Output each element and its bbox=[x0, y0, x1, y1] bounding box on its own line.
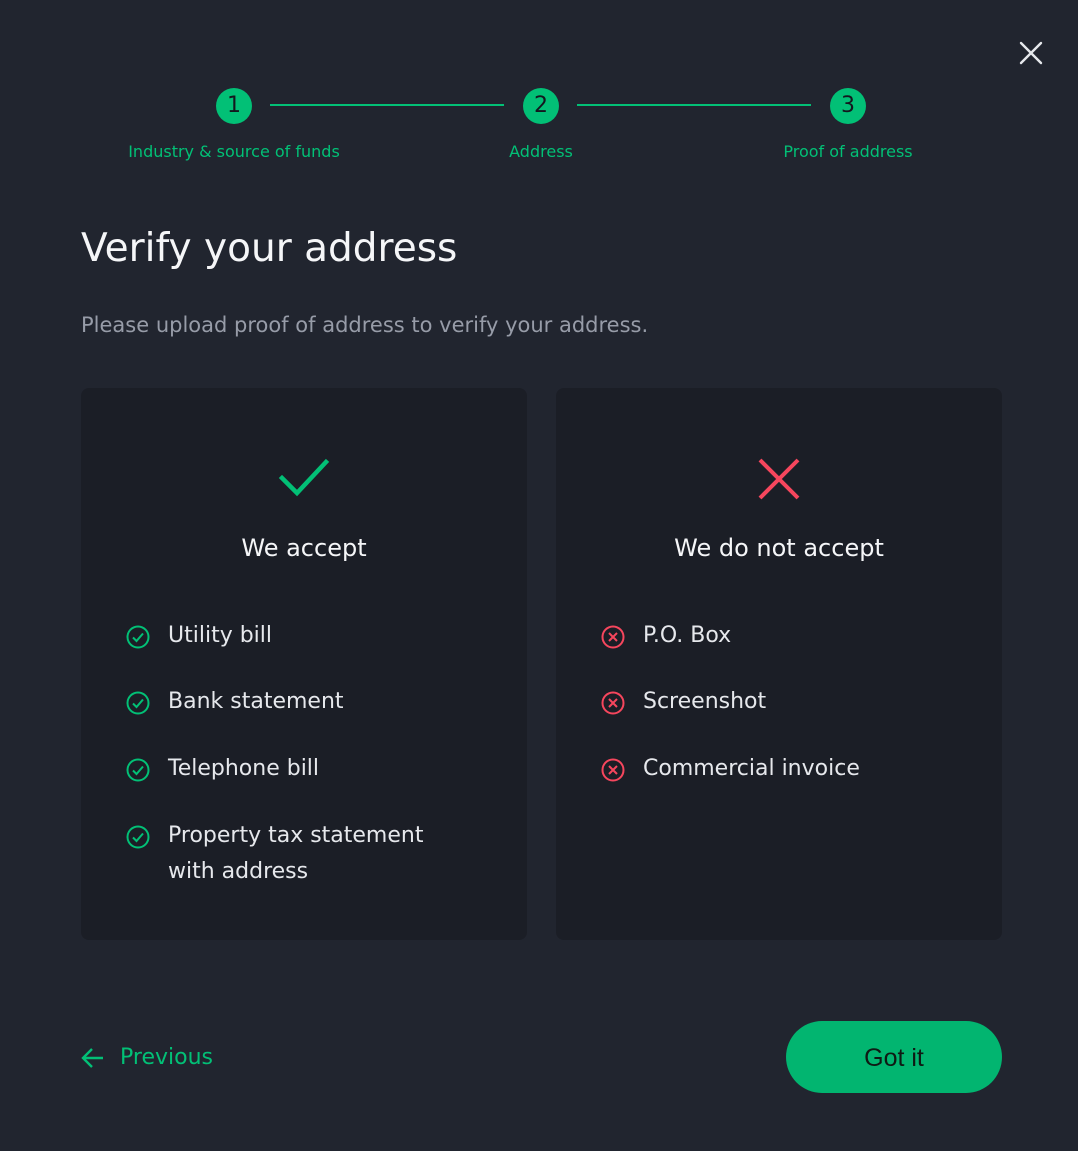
accepted-documents-card: We accept Utility bill Bank statement Te… bbox=[81, 388, 527, 940]
step-3-indicator: 3 bbox=[830, 88, 866, 124]
step-1-label: Industry & source of funds bbox=[128, 142, 340, 161]
step-2-label: Address bbox=[509, 142, 573, 161]
page-subtitle: Please upload proof of address to verify… bbox=[81, 313, 649, 337]
step-3-label: Proof of address bbox=[783, 142, 913, 161]
step-connector bbox=[577, 104, 811, 106]
list-item-label: Bank statement bbox=[168, 689, 344, 714]
check-circle-icon bbox=[126, 625, 150, 649]
step-connector bbox=[270, 104, 504, 106]
reject-card-title: We do not accept bbox=[674, 534, 884, 562]
accept-card-title: We accept bbox=[241, 534, 367, 562]
check-circle-icon bbox=[126, 825, 150, 849]
list-item-label: P.O. Box bbox=[643, 623, 732, 648]
check-circle-icon bbox=[126, 758, 150, 782]
previous-label: Previous bbox=[120, 1045, 213, 1070]
cross-circle-icon bbox=[601, 691, 625, 715]
cross-icon bbox=[756, 456, 802, 506]
list-item-label: Telephone bill bbox=[168, 756, 320, 781]
list-item-label: Screenshot bbox=[643, 689, 767, 714]
check-circle-icon bbox=[126, 691, 150, 715]
step-1-indicator: 1 bbox=[216, 88, 252, 124]
cross-circle-icon bbox=[601, 625, 625, 649]
arrow-left-icon bbox=[81, 1048, 103, 1068]
rejected-documents-card: We do not accept P.O. Box Screenshot Com… bbox=[556, 388, 1002, 940]
cross-circle-icon bbox=[601, 758, 625, 782]
page-title: Verify your address bbox=[81, 226, 458, 271]
list-item-label: Property tax statement with address bbox=[168, 823, 424, 884]
verify-address-modal: 1 2 3 Industry & source of funds Address… bbox=[0, 0, 1078, 1151]
checkmark-icon bbox=[278, 456, 330, 504]
step-2-indicator: 2 bbox=[523, 88, 559, 124]
got-it-button[interactable]: Got it bbox=[786, 1021, 1002, 1093]
list-item-label: Commercial invoice bbox=[643, 756, 860, 781]
progress-stepper: 1 2 3 Industry & source of funds Address… bbox=[0, 0, 1078, 180]
list-item-label: Utility bill bbox=[168, 623, 273, 648]
